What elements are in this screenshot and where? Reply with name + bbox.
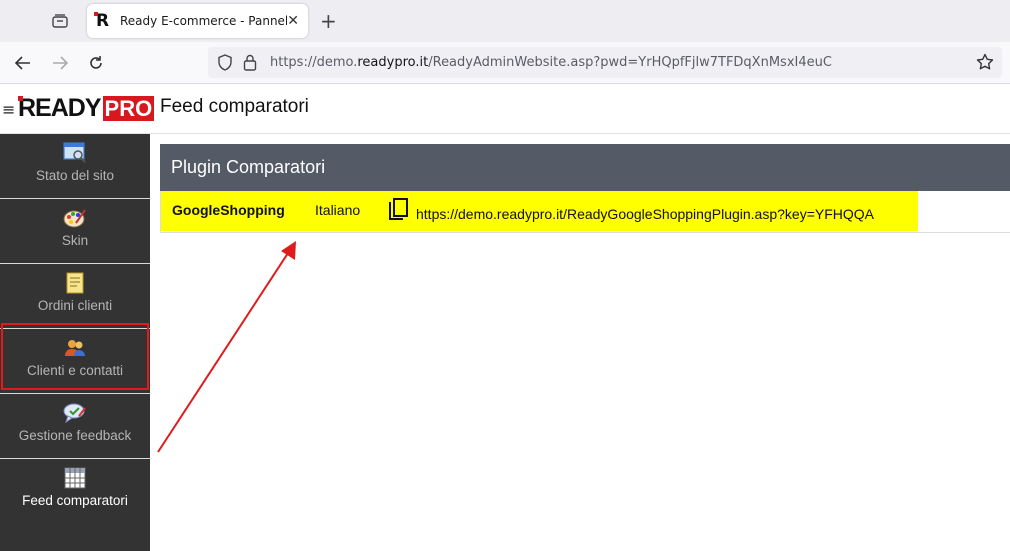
palette-icon [63, 207, 87, 229]
plugin-language: Italiano [315, 202, 361, 218]
sidebar-item-label: Feed comparatori [22, 493, 128, 508]
plugin-panel: Plugin Comparatori GoogleShopping Italia… [160, 144, 1010, 234]
url-text[interactable]: https://demo.readypro.it/ReadyAdminWebsi… [270, 55, 832, 70]
sidebar-item-feed-comparatori[interactable]: Feed comparatori [0, 459, 150, 523]
grid-icon [63, 467, 87, 489]
sidebar-item-gestione-feedback[interactable]: Gestione feedback [0, 394, 150, 459]
bookmark-star-icon[interactable] [976, 53, 994, 76]
address-bar[interactable]: https://demo.readypro.it/ReadyAdminWebsi… [208, 47, 1002, 78]
tab-title: Ready E-commerce - Pannello [120, 14, 287, 28]
plugin-name: GoogleShopping [172, 202, 285, 218]
menu-icon[interactable]: ≡ [2, 100, 15, 119]
logo-pro-text: PRO [102, 95, 155, 121]
browser-tab[interactable]: R Ready E-commerce - Pannello ✕ [87, 4, 308, 38]
lock-icon[interactable] [243, 54, 257, 76]
site-status-icon [63, 142, 87, 164]
sidebar-item-label: Gestione feedback [18, 428, 132, 443]
sidebar-item-ordini-clienti[interactable]: Ordini clienti [0, 264, 150, 329]
highlight-box [1, 323, 149, 390]
table-row: GoogleShopping Italiano https://demo.rea… [160, 191, 1010, 233]
sidebar-item-label: Ordini clienti [37, 298, 113, 313]
reload-icon[interactable] [83, 50, 109, 76]
feedback-icon [63, 402, 87, 424]
sidebar-item-label: Stato del sito [35, 168, 115, 183]
sidebar-item-skin[interactable]: Skin [0, 199, 150, 264]
panel-title: Plugin Comparatori [160, 144, 1010, 191]
readypro-logo[interactable]: READY PRO [18, 93, 155, 122]
page-title: Feed comparatori [160, 96, 309, 117]
close-tab-icon[interactable]: ✕ [287, 13, 299, 29]
app-header: ≡ READY PRO Feed comparatori [0, 84, 1010, 134]
back-icon[interactable] [10, 50, 36, 76]
url-prefix: https://demo. [270, 55, 358, 70]
orders-icon [63, 272, 87, 294]
plugin-feed-url[interactable]: https://demo.readypro.it/ReadyGoogleShop… [416, 206, 874, 222]
url-domain: readypro.it [357, 55, 429, 70]
browser-nav-bar: https://demo.readypro.it/ReadyAdminWebsi… [0, 42, 1010, 84]
tab-list-icon[interactable] [46, 8, 74, 34]
forward-icon[interactable] [47, 50, 73, 76]
new-tab-button[interactable]: + [320, 9, 337, 33]
sidebar-item-label: Skin [61, 233, 89, 248]
sidebar-item-stato-del-sito[interactable]: Stato del sito [0, 134, 150, 199]
url-path: /ReadyAdminWebsite.asp?pwd=YrHQpfFjlw7TF… [428, 55, 832, 70]
logo-ready-text: READY [18, 93, 102, 122]
copy-icon[interactable] [387, 198, 409, 227]
tracking-shield-icon[interactable] [217, 54, 233, 76]
readypro-favicon-icon: R [94, 12, 112, 30]
browser-tab-bar: R Ready E-commerce - Pannello ✕ + [0, 0, 1010, 42]
